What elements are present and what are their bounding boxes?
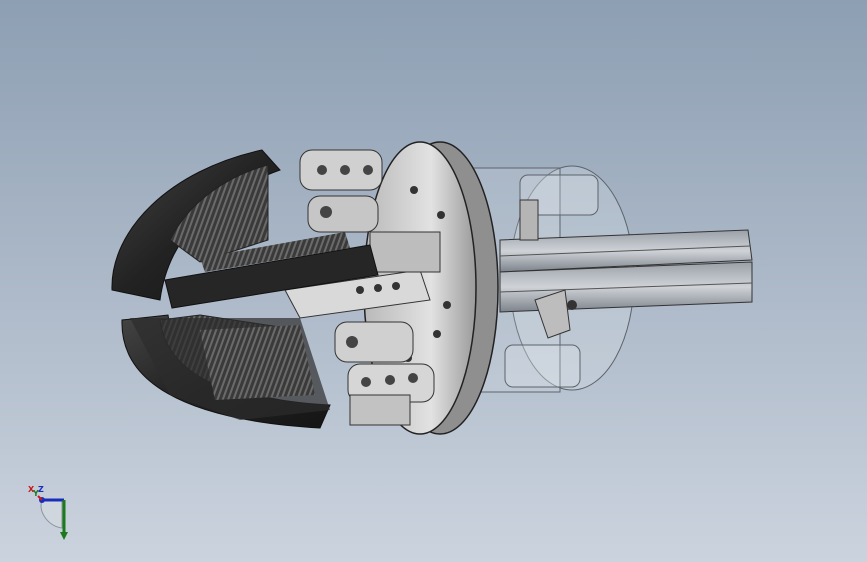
lower-jaw — [121, 314, 331, 429]
graphics-viewport[interactable]: X Y Z — [0, 0, 867, 562]
coordinate-triad[interactable]: X Y Z — [24, 482, 74, 542]
gripper-3d-model[interactable] — [0, 0, 867, 562]
triad-z-label: Z — [38, 485, 44, 494]
